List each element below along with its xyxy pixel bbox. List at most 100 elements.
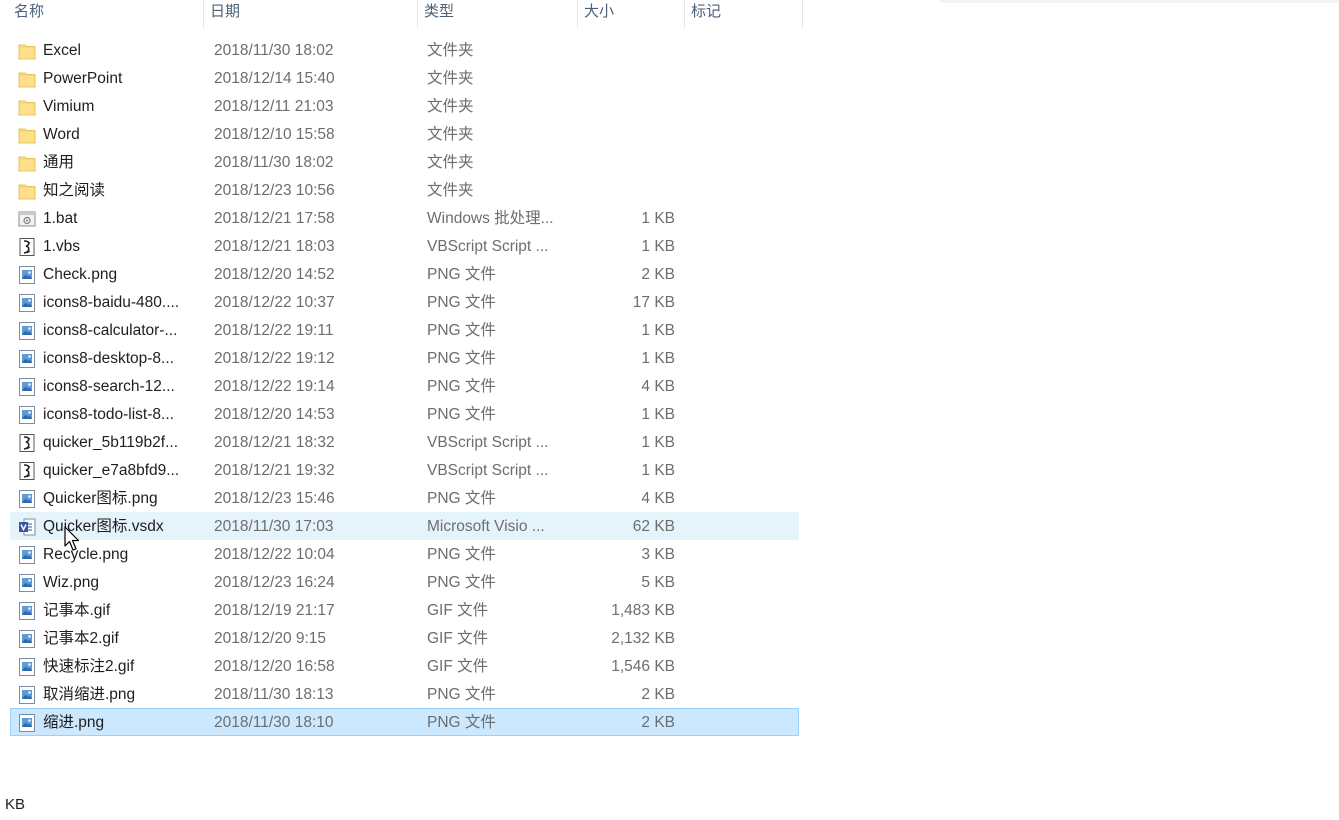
file-row[interactable]: 记事本.gif 2018/12/19 21:17 GIF 文件 1,483 KB: [10, 596, 799, 624]
file-date: 2018/12/22 19:12: [214, 350, 335, 367]
file-type: 文件夹: [427, 126, 474, 143]
file-row[interactable]: icons8-search-12... 2018/12/22 19:14 PNG 文…: [10, 372, 799, 400]
file-date: 2018/12/20 16:58: [214, 658, 335, 675]
file-size: 2 KB: [641, 266, 675, 283]
window-top-edge: [940, 0, 1339, 3]
file-row[interactable]: Recycle.png 2018/12/22 10:04 PNG 文件 3 KB: [10, 540, 799, 568]
file-date: 2018/12/19 21:17: [214, 602, 335, 619]
file-type: PNG 文件: [427, 266, 496, 283]
file-row[interactable]: Excel 2018/11/30 18:02 文件夹: [10, 36, 799, 64]
file-type: PNG 文件: [427, 686, 496, 703]
column-header-type[interactable]: 类型: [418, 0, 578, 28]
image-file-icon: [18, 265, 36, 285]
file-name: icons8-calculator-...: [43, 322, 178, 339]
script-file-icon: [18, 237, 36, 257]
file-row[interactable]: Check.png 2018/12/20 14:52 PNG 文件 2 KB: [10, 260, 799, 288]
file-row[interactable]: 缩进.png 2018/11/30 18:10 PNG 文件 2 KB: [10, 708, 799, 736]
script-file-icon: [18, 461, 36, 481]
image-file-icon: [18, 489, 36, 509]
file-name: quicker_e7a8bfd9...: [43, 462, 180, 479]
file-row[interactable]: Wiz.png 2018/12/23 16:24 PNG 文件 5 KB: [10, 568, 799, 596]
image-file-icon: [18, 573, 36, 593]
file-size: 1 KB: [641, 350, 675, 367]
image-file-icon: [18, 293, 36, 313]
file-date: 2018/11/30 17:03: [214, 518, 334, 535]
file-date: 2018/12/22 10:37: [214, 294, 335, 311]
file-name: Quicker图标.png: [43, 490, 158, 507]
file-name: Excel: [43, 42, 81, 59]
file-row[interactable]: icons8-baidu-480.... 2018/12/22 10:37 PNG …: [10, 288, 799, 316]
file-name: 取消缩进.png: [43, 686, 136, 703]
file-type: PNG 文件: [427, 574, 496, 591]
file-row[interactable]: Quicker图标.vsdx 2018/11/30 17:03 Microsoft …: [10, 512, 799, 540]
file-name: icons8-search-12...: [43, 378, 175, 395]
file-list: Excel 2018/11/30 18:02 文件夹 PowerPoint 2018/1…: [10, 36, 799, 736]
file-date: 2018/12/23 15:46: [214, 490, 335, 507]
file-row[interactable]: quicker_e7a8bfd9... 2018/12/21 19:32 VBScr…: [10, 456, 799, 484]
file-name: icons8-desktop-8...: [43, 350, 174, 367]
file-date: 2018/12/22 10:04: [214, 546, 335, 563]
file-size: 3 KB: [641, 546, 675, 563]
file-type: PNG 文件: [427, 406, 496, 423]
file-row[interactable]: icons8-calculator-... 2018/12/22 19:11 PNG…: [10, 316, 799, 344]
file-row[interactable]: 1.bat 2018/12/21 17:58 Windows 批处理... 1 KB: [10, 204, 799, 232]
file-date: 2018/12/20 9:15: [214, 630, 327, 647]
file-name: PowerPoint: [43, 70, 123, 87]
column-header-tags[interactable]: 标记: [685, 0, 803, 28]
file-date: 2018/12/22 19:11: [214, 322, 334, 339]
file-type: PNG 文件: [427, 546, 496, 563]
image-file-icon: [18, 321, 36, 341]
script-file-icon: [18, 433, 36, 453]
file-name: 缩进.png: [43, 714, 105, 731]
file-size: 2,132 KB: [611, 630, 675, 647]
file-row[interactable]: 取消缩进.png 2018/11/30 18:13 PNG 文件 2 KB: [10, 680, 799, 708]
file-row[interactable]: Vimium 2018/12/11 21:03 文件夹: [10, 92, 799, 120]
file-row[interactable]: 快速标注2.gif 2018/12/20 16:58 GIF 文件 1,546 KB: [10, 652, 799, 680]
file-row[interactable]: Word 2018/12/10 15:58 文件夹: [10, 120, 799, 148]
file-date: 2018/11/30 18:02: [214, 154, 334, 171]
file-size: 1 KB: [641, 462, 675, 479]
file-date: 2018/11/30 18:02: [214, 42, 334, 59]
file-size: 1 KB: [641, 406, 675, 423]
image-file-icon: [18, 657, 36, 677]
column-header-name[interactable]: 名称: [8, 0, 204, 28]
file-row[interactable]: 通用 2018/11/30 18:02 文件夹: [10, 148, 799, 176]
file-type: Microsoft Visio ...: [427, 518, 545, 535]
file-row[interactable]: quicker_5b119b2f... 2018/12/21 18:32 VBScr…: [10, 428, 799, 456]
image-file-icon: [18, 601, 36, 621]
column-header-date[interactable]: 日期: [204, 0, 418, 28]
file-date: 2018/12/21 19:32: [214, 462, 335, 479]
file-row[interactable]: 记事本2.gif 2018/12/20 9:15 GIF 文件 2,132 KB: [10, 624, 799, 652]
image-file-icon: [18, 349, 36, 369]
file-type: 文件夹: [427, 98, 474, 115]
file-row[interactable]: Quicker图标.png 2018/12/23 15:46 PNG 文件 4 KB: [10, 484, 799, 512]
file-row[interactable]: 知之阅读 2018/12/23 10:56 文件夹: [10, 176, 799, 204]
image-file-icon: [18, 405, 36, 425]
file-row[interactable]: icons8-desktop-8... 2018/12/22 19:12 PNG 文…: [10, 344, 799, 372]
file-type: PNG 文件: [427, 294, 496, 311]
file-name: 通用: [43, 154, 75, 171]
file-date: 2018/11/30 18:10: [214, 714, 334, 731]
file-size: 1 KB: [641, 434, 675, 451]
file-name: Wiz.png: [43, 574, 99, 591]
file-row[interactable]: PowerPoint 2018/12/14 15:40 文件夹: [10, 64, 799, 92]
file-name: Check.png: [43, 266, 118, 283]
file-date: 2018/11/30 18:13: [214, 686, 334, 703]
file-row[interactable]: icons8-todo-list-8... 2018/12/20 14:53 PNG…: [10, 400, 799, 428]
file-name: 知之阅读: [43, 182, 106, 199]
file-row[interactable]: 1.vbs 2018/12/21 18:03 VBScript Script ...…: [10, 232, 799, 260]
file-size: 1 KB: [641, 238, 675, 255]
file-date: 2018/12/23 10:56: [214, 182, 335, 199]
image-file-icon: [18, 377, 36, 397]
file-size: 1 KB: [641, 322, 675, 339]
file-type: 文件夹: [427, 42, 474, 59]
folder-icon: [18, 153, 36, 173]
file-type: 文件夹: [427, 182, 474, 199]
image-file-icon: [18, 545, 36, 565]
file-type: PNG 文件: [427, 350, 496, 367]
file-size: 2 KB: [641, 686, 675, 703]
file-type: PNG 文件: [427, 378, 496, 395]
folder-icon: [18, 125, 36, 145]
column-header-size[interactable]: 大小: [578, 0, 685, 28]
folder-icon: [18, 181, 36, 201]
